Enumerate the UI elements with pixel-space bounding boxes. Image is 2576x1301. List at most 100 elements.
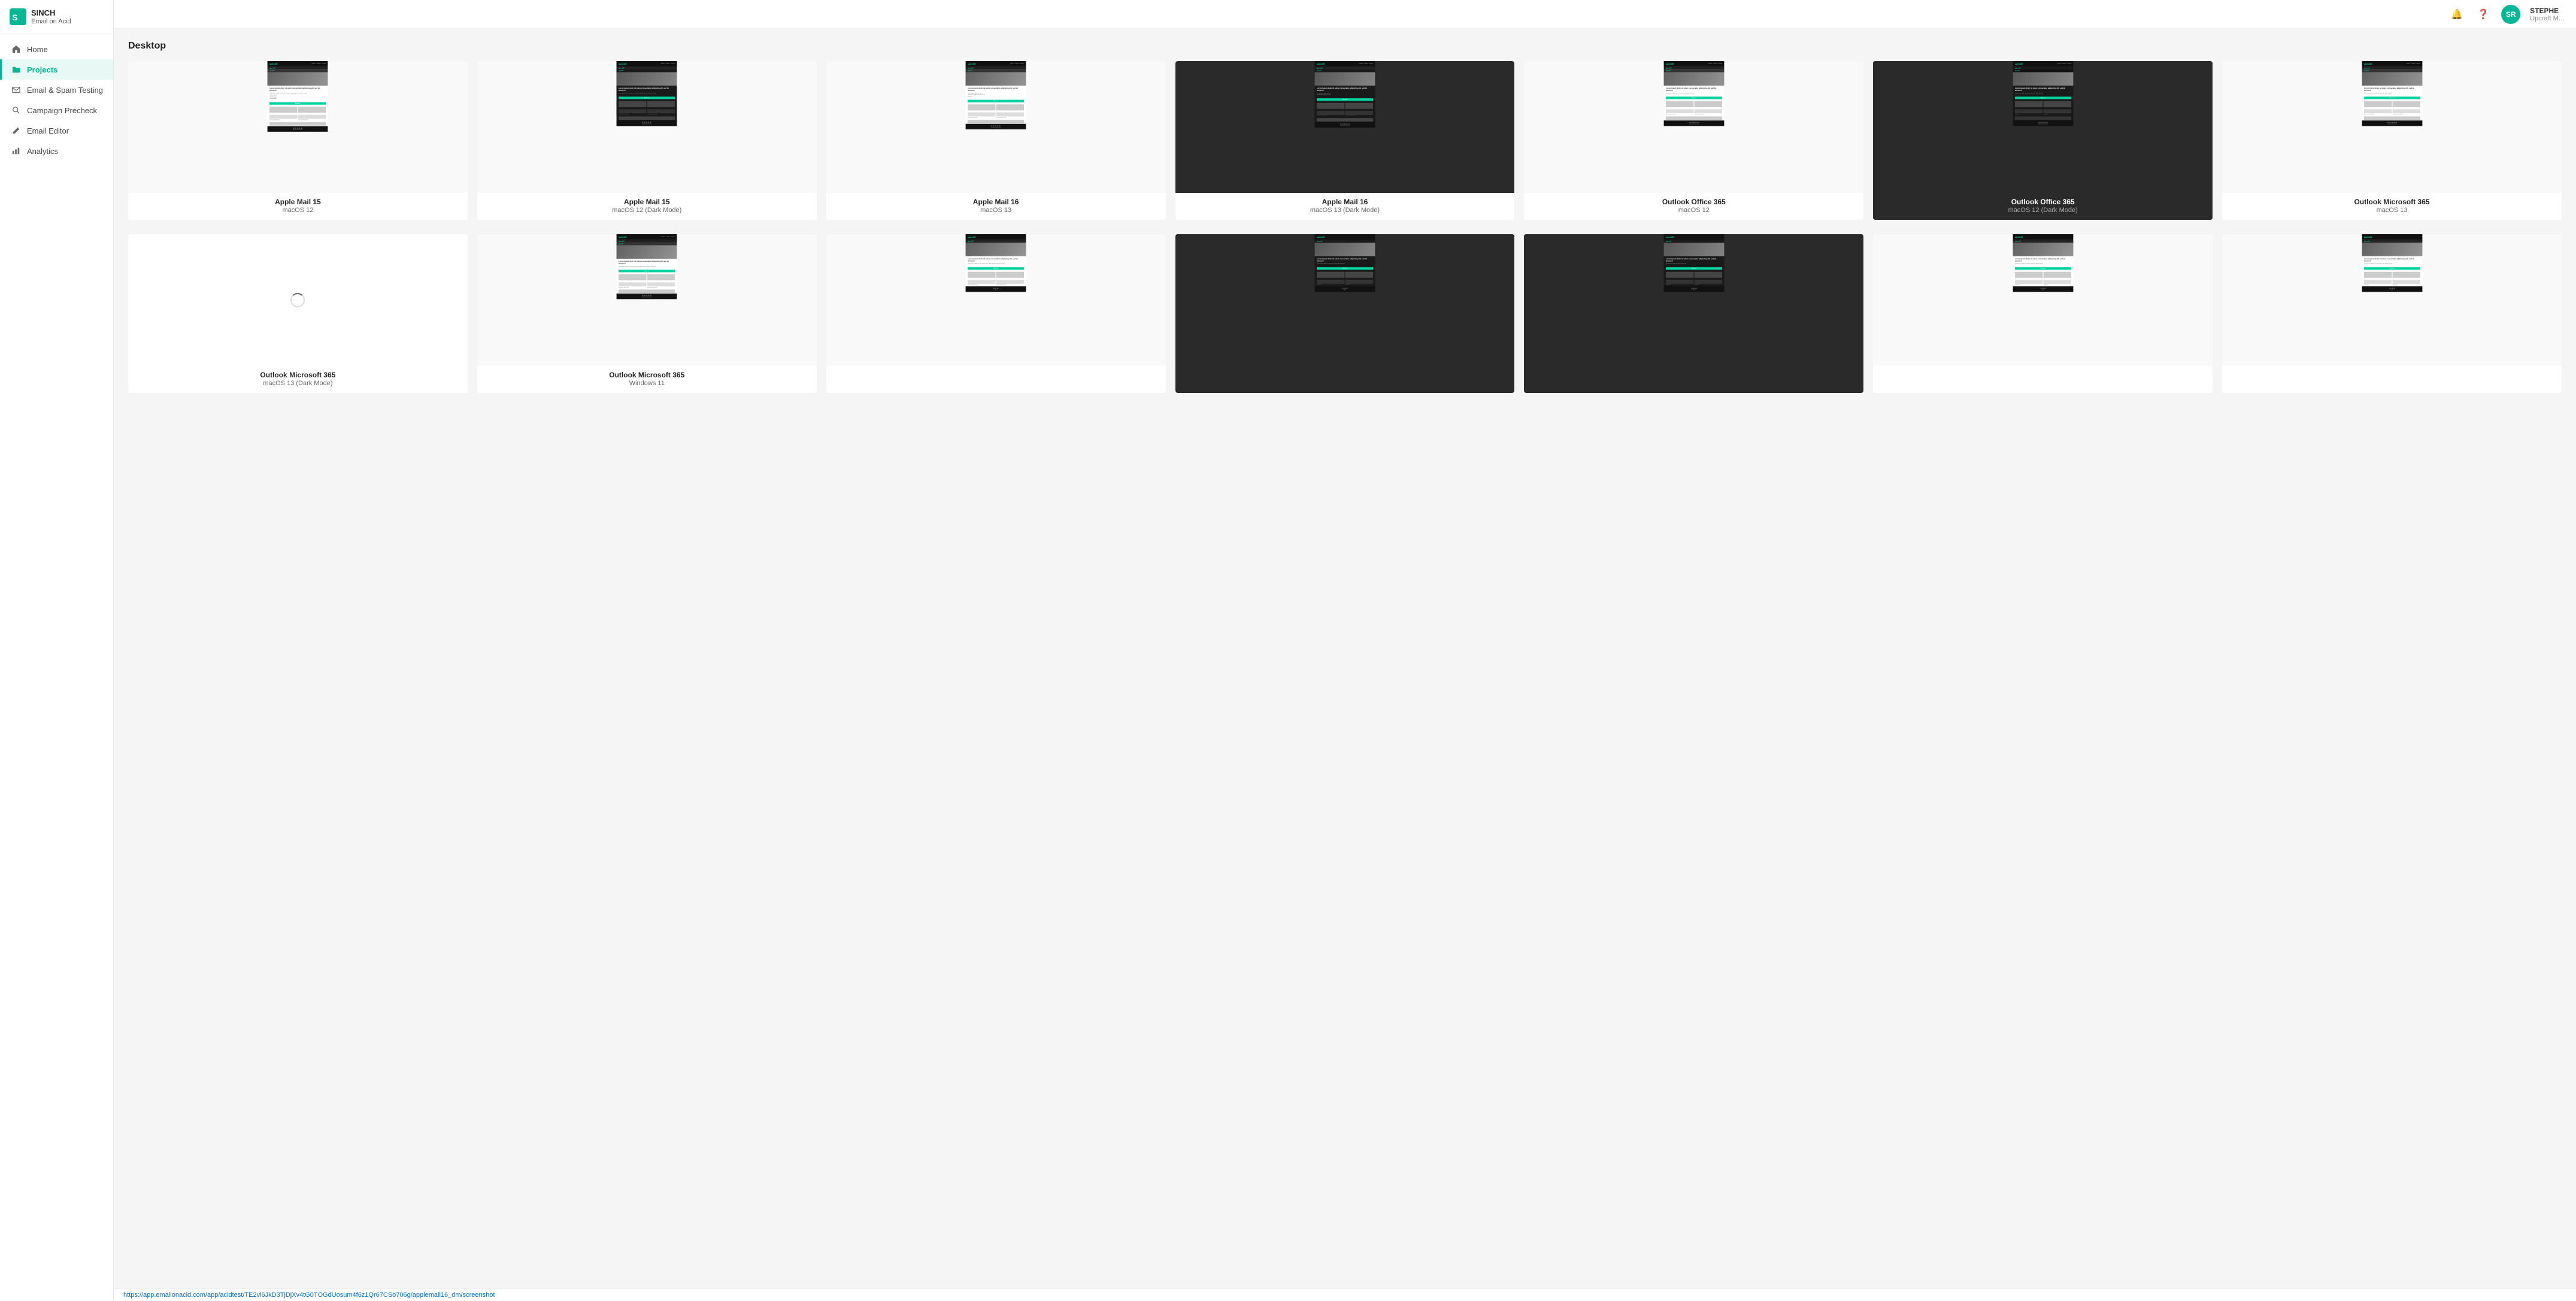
analytics-label: Analytics [27,147,58,156]
preview-info: Outlook Microsoft 365 Windows 11 [477,366,817,393]
sidebar-item-home[interactable]: Home [0,39,113,59]
sidebar-item-analytics[interactable]: Analytics [0,141,113,161]
preview-name: Outlook Microsoft 365 [134,371,462,379]
app-logo: S SINCH Email on Acid [0,0,113,34]
preview-thumbnail: upcraft upcraft upcraft Lorem ipsum dolo… [477,234,817,366]
avatar[interactable]: SR [2501,5,2520,24]
status-url: https://app.emailonacid.com/app/acidtest… [123,1291,495,1299]
preview-card-row2-6[interactable]: upcraft upcraft Lorem ipsum dolor sit am… [1873,234,2213,393]
section-title: Desktop [128,41,2562,52]
preview-info: Apple Mail 15 macOS 12 (Dark Mode) [477,193,817,220]
preview-info: Outlook Microsoft 365 macOS 13 [2222,193,2562,220]
preview-os: macOS 12 (Dark Mode) [1879,207,2207,214]
editor-label: Email Editor [27,126,69,135]
preview-card-outlook-win11[interactable]: upcraft upcraft upcraft Lorem ipsum dolo… [477,234,817,393]
preview-info: Apple Mail 16 macOS 13 (Dark Mode) [1175,193,1515,220]
content-area: Desktop upcraft upcraft upcraft Lorem ip… [114,29,2576,1288]
loading-spinner [290,293,305,307]
campaign-label: Campaign Precheck [27,106,97,115]
envelope-icon [11,85,21,95]
logo-icon: S [10,8,26,25]
preview-grid-row1: upcraft upcraft upcraft Lorem ipsum dolo… [128,61,2562,220]
preview-thumbnail: upcraft upcraft upcraft Lorem ipsum dolo… [1873,61,2213,193]
preview-thumbnail: upcraft upcraft Lorem ipsum dolor sit am… [2222,234,2562,366]
preview-os: macOS 12 [134,207,462,214]
preview-info [1175,366,1515,377]
svg-text:S: S [12,13,17,22]
user-sub: Upcraft M... [2530,15,2564,22]
preview-card-outlook-365-1[interactable]: upcraft upcraft upcraft Lorem ipsum dolo… [1524,61,1863,220]
preview-card-row2-5[interactable]: upcraft upcraft Lorem ipsum dolor sit am… [1524,234,1863,393]
preview-info: Outlook Office 365 macOS 12 [1524,193,1863,220]
preview-os: Windows 11 [483,380,811,387]
preview-thumbnail: upcraft upcraft upcraft Lorem ipsum dolo… [2222,61,2562,193]
folder-icon [11,65,21,74]
sidebar-nav: Home Projects Email & Spam Testing Campa… [0,34,113,1301]
chart-icon [11,146,21,156]
preview-name: Outlook Office 365 [1879,198,2207,206]
preview-thumbnail: upcraft upcraft Lorem ipsum dolor sit am… [826,234,1166,366]
preview-thumbnail: upcraft upcraft upcraft Lorem ipsum dolo… [1524,61,1863,193]
preview-info: Apple Mail 15 macOS 12 [128,193,468,220]
preview-card-apple-mail-15-2[interactable]: upcraft upcraft upcraft Lorem ipsum dolo… [477,61,817,220]
preview-info: Outlook Office 365 macOS 12 (Dark Mode) [1873,193,2213,220]
preview-name: Outlook Office 365 [1530,198,1857,206]
pencil-icon [11,126,21,135]
preview-card-row2-3[interactable]: upcraft upcraft Lorem ipsum dolor sit am… [826,234,1166,393]
email-spam-label: Email & Spam Testing [27,86,103,95]
preview-info [826,366,1166,377]
preview-os: macOS 12 (Dark Mode) [483,207,811,214]
preview-card-loading[interactable]: Outlook Microsoft 365 macOS 13 (Dark Mod… [128,234,468,393]
sidebar: S SINCH Email on Acid Home Projects Emai… [0,0,114,1301]
preview-thumbnail: upcraft upcraft Lorem ipsum dolor sit am… [1873,234,2213,366]
sidebar-item-email-spam[interactable]: Email & Spam Testing [0,80,113,100]
sidebar-item-campaign[interactable]: Campaign Precheck [0,100,113,120]
preview-info [1873,366,2213,377]
preview-thumbnail: upcraft upcraft upcraft Lorem ipsum dolo… [128,61,468,193]
preview-card-apple-mail-16-1[interactable]: upcraft upcraft upcraft Lorem ipsum dolo… [826,61,1166,220]
search-icon [11,105,21,115]
preview-name: Apple Mail 16 [1181,198,1509,206]
preview-name: Apple Mail 15 [483,198,811,206]
preview-thumbnail: upcraft upcraft upcraft Lorem ipsum dolo… [1175,61,1515,193]
preview-os: macOS 12 [1530,207,1857,214]
statusbar: https://app.emailonacid.com/app/acidtest… [114,1288,2576,1301]
preview-card-row2-4[interactable]: upcraft upcraft Lorem ipsum dolor sit am… [1175,234,1515,393]
projects-label: Projects [27,65,57,74]
help-button[interactable]: ❓ [2475,6,2492,23]
preview-info [2222,366,2562,377]
preview-thumbnail: upcraft upcraft Lorem ipsum dolor sit am… [1175,234,1515,366]
preview-card-outlook-ms365[interactable]: upcraft upcraft upcraft Lorem ipsum dolo… [2222,61,2562,220]
preview-name: Apple Mail 15 [134,198,462,206]
preview-card-row2-7[interactable]: upcraft upcraft Lorem ipsum dolor sit am… [2222,234,2562,393]
preview-thumbnail: upcraft upcraft upcraft Lorem ipsum dolo… [826,61,1166,193]
logo-subtitle: Email on Acid [31,18,71,25]
preview-card-apple-mail-15-1[interactable]: upcraft upcraft upcraft Lorem ipsum dolo… [128,61,468,220]
preview-grid-row2: Outlook Microsoft 365 macOS 13 (Dark Mod… [128,234,2562,393]
sidebar-item-editor[interactable]: Email Editor [0,120,113,141]
sidebar-item-projects[interactable]: Projects [0,59,113,80]
preview-thumbnail: upcraft upcraft Lorem ipsum dolor sit am… [1524,234,1863,366]
loading-spinner-container [128,234,468,366]
topbar: 🔔 ❓ SR STEPHE Upcraft M... [114,0,2576,29]
preview-name: Outlook Microsoft 365 [483,371,811,379]
preview-os: macOS 13 [2228,207,2556,214]
preview-thumbnail: upcraft upcraft upcraft Lorem ipsum dolo… [477,61,817,193]
preview-os: macOS 13 (Dark Mode) [134,380,462,387]
main-area: 🔔 ❓ SR STEPHE Upcraft M... Desktop upcra… [114,0,2576,1301]
preview-name: Outlook Microsoft 365 [2228,198,2556,206]
user-info: STEPHE Upcraft M... [2530,7,2564,22]
preview-info [1524,366,1863,377]
home-icon [11,44,21,54]
bell-button[interactable]: 🔔 [2448,6,2465,23]
logo-title: SINCH [31,8,71,18]
preview-os: macOS 13 [832,207,1160,214]
user-name: STEPHE [2530,7,2564,15]
preview-os: macOS 13 (Dark Mode) [1181,207,1509,214]
home-label: Home [27,45,48,54]
preview-name: Apple Mail 16 [832,198,1160,206]
preview-card-apple-mail-16-dark[interactable]: upcraft upcraft upcraft Lorem ipsum dolo… [1175,61,1515,220]
preview-card-outlook-365-dark[interactable]: upcraft upcraft upcraft Lorem ipsum dolo… [1873,61,2213,220]
preview-info: Outlook Microsoft 365 macOS 13 (Dark Mod… [128,366,468,393]
preview-info: Apple Mail 16 macOS 13 [826,193,1166,220]
